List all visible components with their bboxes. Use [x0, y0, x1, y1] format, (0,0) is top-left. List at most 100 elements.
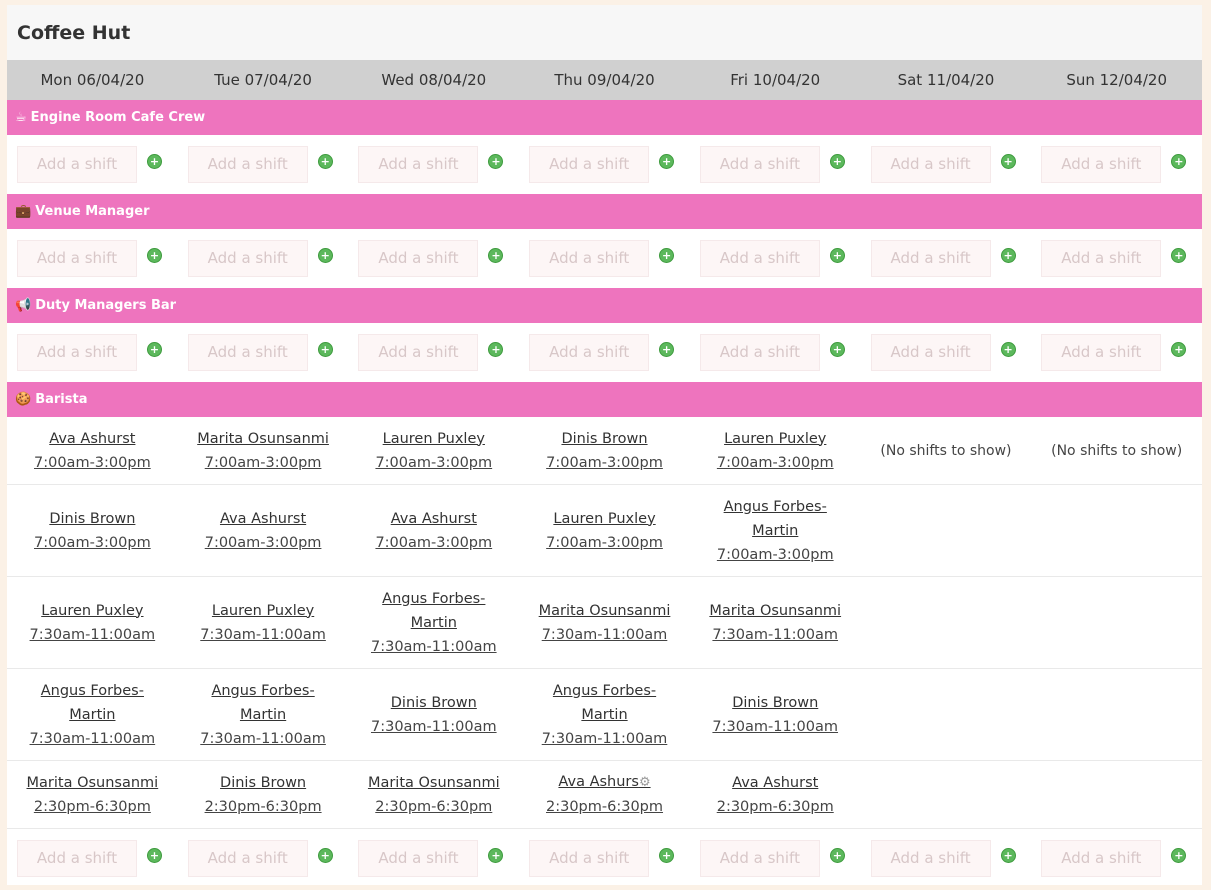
add-shift-plus-icon[interactable]: + [1000, 248, 1016, 263]
add-shift-plus-icon[interactable]: + [1171, 848, 1187, 863]
shift-employee-name[interactable]: Dinis Brown [178, 771, 349, 795]
gear-icon[interactable]: ⚙ [639, 775, 651, 790]
shift-time[interactable]: 2:30pm-6:30pm [519, 795, 690, 819]
add-shift-input[interactable]: Add a shift [529, 146, 650, 183]
add-shift-input[interactable]: Add a shift [870, 840, 991, 877]
shift-employee-name[interactable]: Dinis Brown [690, 691, 861, 715]
add-shift-plus-icon[interactable]: + [659, 342, 675, 357]
add-shift-plus-icon[interactable]: + [317, 342, 333, 357]
add-shift-input[interactable]: Add a shift [699, 334, 820, 371]
add-shift-plus-icon[interactable]: + [829, 342, 845, 357]
add-shift-input[interactable]: Add a shift [187, 240, 308, 277]
shift-employee-name[interactable]: Angus Forbes- Martin [178, 679, 349, 727]
add-shift-input[interactable]: Add a shift [529, 840, 650, 877]
add-shift-plus-icon[interactable]: + [147, 154, 162, 169]
add-shift-input[interactable]: Add a shift [1041, 240, 1162, 277]
shift-employee-name[interactable]: Lauren Puxley [7, 599, 178, 623]
add-shift-input[interactable]: Add a shift [1041, 146, 1162, 183]
shift-time[interactable]: 7:30am-11:00am [690, 623, 861, 647]
add-shift-plus-icon[interactable]: + [147, 248, 162, 263]
add-shift-input[interactable]: Add a shift [358, 240, 479, 277]
shift-time[interactable]: 7:30am-11:00am [519, 623, 690, 647]
add-shift-input[interactable]: Add a shift [358, 334, 479, 371]
shift-time[interactable]: 2:30pm-6:30pm [7, 795, 178, 819]
shift-employee-name[interactable]: Lauren Puxley [348, 427, 519, 451]
add-shift-input[interactable]: Add a shift [529, 240, 650, 277]
shift-employee-name[interactable]: Dinis Brown [7, 507, 178, 531]
shift-employee-name[interactable]: Lauren Puxley [178, 599, 349, 623]
add-shift-plus-icon[interactable]: + [488, 154, 504, 169]
shift-employee-name[interactable]: Marita Osunsanmi [519, 599, 690, 623]
add-shift-input[interactable]: Add a shift [870, 334, 991, 371]
shift-time[interactable]: 7:00am-3:00pm [178, 451, 349, 475]
add-shift-input[interactable]: Add a shift [187, 146, 308, 183]
shift-employee-name[interactable]: Ava Ashurst [690, 771, 861, 795]
add-shift-plus-icon[interactable]: + [488, 342, 504, 357]
shift-time[interactable]: 7:00am-3:00pm [690, 451, 861, 475]
add-shift-input[interactable]: Add a shift [699, 840, 820, 877]
add-shift-input[interactable]: Add a shift [187, 840, 308, 877]
shift-time[interactable]: 7:30am-11:00am [690, 715, 861, 739]
shift-time[interactable]: 7:00am-3:00pm [348, 531, 519, 555]
shift-employee-name[interactable]: Angus Forbes- Martin [7, 679, 178, 727]
shift-employee-name[interactable]: Marita Osunsanmi [7, 771, 178, 795]
add-shift-plus-icon[interactable]: + [317, 848, 333, 863]
shift-time[interactable]: 2:30pm-6:30pm [178, 795, 349, 819]
add-shift-plus-icon[interactable]: + [317, 248, 333, 263]
add-shift-input[interactable]: Add a shift [358, 840, 479, 877]
add-shift-input[interactable]: Add a shift [1041, 334, 1162, 371]
shift-time[interactable]: 7:00am-3:00pm [519, 531, 690, 555]
add-shift-plus-icon[interactable]: + [1171, 248, 1187, 263]
shift-time[interactable]: 7:00am-3:00pm [348, 451, 519, 475]
add-shift-input[interactable]: Add a shift [870, 240, 991, 277]
add-shift-plus-icon[interactable]: + [1000, 154, 1016, 169]
shift-employee-name[interactable]: Dinis Brown [519, 427, 690, 451]
shift-time[interactable]: 7:30am-11:00am [7, 623, 178, 647]
add-shift-input[interactable]: Add a shift [187, 334, 308, 371]
shift-time[interactable]: 7:00am-3:00pm [7, 531, 178, 555]
shift-time[interactable]: 7:00am-3:00pm [519, 451, 690, 475]
add-shift-input[interactable]: Add a shift [358, 146, 479, 183]
add-shift-plus-icon[interactable]: + [1171, 342, 1187, 357]
add-shift-input[interactable]: Add a shift [529, 334, 650, 371]
shift-time[interactable]: 7:30am-11:00am [178, 623, 349, 647]
add-shift-plus-icon[interactable]: + [488, 848, 504, 863]
shift-time[interactable]: 7:30am-11:00am [348, 715, 519, 739]
add-shift-input[interactable]: Add a shift [1041, 840, 1162, 877]
add-shift-plus-icon[interactable]: + [829, 848, 845, 863]
add-shift-plus-icon[interactable]: + [1171, 154, 1187, 169]
shift-employee-name[interactable]: Ava Ashurst [178, 507, 349, 531]
shift-time[interactable]: 7:30am-11:00am [7, 727, 178, 751]
add-shift-input[interactable]: Add a shift [17, 146, 137, 183]
shift-time[interactable]: 7:00am-3:00pm [7, 451, 178, 475]
add-shift-input[interactable]: Add a shift [17, 240, 137, 277]
shift-time[interactable]: 7:30am-11:00am [178, 727, 349, 751]
add-shift-plus-icon[interactable]: + [659, 248, 675, 263]
add-shift-input[interactable]: Add a shift [699, 146, 820, 183]
shift-employee-name[interactable]: Lauren Puxley [519, 507, 690, 531]
shift-time[interactable]: 7:00am-3:00pm [690, 543, 861, 567]
shift-employee-name[interactable]: Angus Forbes- Martin [348, 587, 519, 635]
add-shift-plus-icon[interactable]: + [829, 154, 845, 169]
shift-time[interactable]: 7:00am-3:00pm [178, 531, 349, 555]
add-shift-plus-icon[interactable]: + [317, 154, 333, 169]
add-shift-plus-icon[interactable]: + [659, 154, 675, 169]
shift-employee-name[interactable]: Angus Forbes- Martin [690, 495, 861, 543]
add-shift-input[interactable]: Add a shift [17, 334, 137, 371]
shift-employee-name[interactable]: Ava Ashurst [348, 507, 519, 531]
shift-employee-name[interactable]: Ava Ashurst [7, 427, 178, 451]
shift-employee-name[interactable]: Lauren Puxley [690, 427, 861, 451]
add-shift-input[interactable]: Add a shift [870, 146, 991, 183]
add-shift-input[interactable]: Add a shift [17, 840, 137, 877]
shift-employee-name[interactable]: Marita Osunsanmi [690, 599, 861, 623]
add-shift-plus-icon[interactable]: + [829, 248, 845, 263]
shift-time[interactable]: 7:30am-11:00am [348, 635, 519, 659]
shift-employee-name[interactable]: Angus Forbes- Martin [519, 679, 690, 727]
add-shift-input[interactable]: Add a shift [699, 240, 820, 277]
add-shift-plus-icon[interactable]: + [659, 848, 675, 863]
shift-time[interactable]: 2:30pm-6:30pm [348, 795, 519, 819]
add-shift-plus-icon[interactable]: + [1000, 342, 1016, 357]
add-shift-plus-icon[interactable]: + [1000, 848, 1016, 863]
shift-employee-name[interactable]: Marita Osunsanmi [348, 771, 519, 795]
shift-employee-name[interactable]: Marita Osunsanmi [178, 427, 349, 451]
